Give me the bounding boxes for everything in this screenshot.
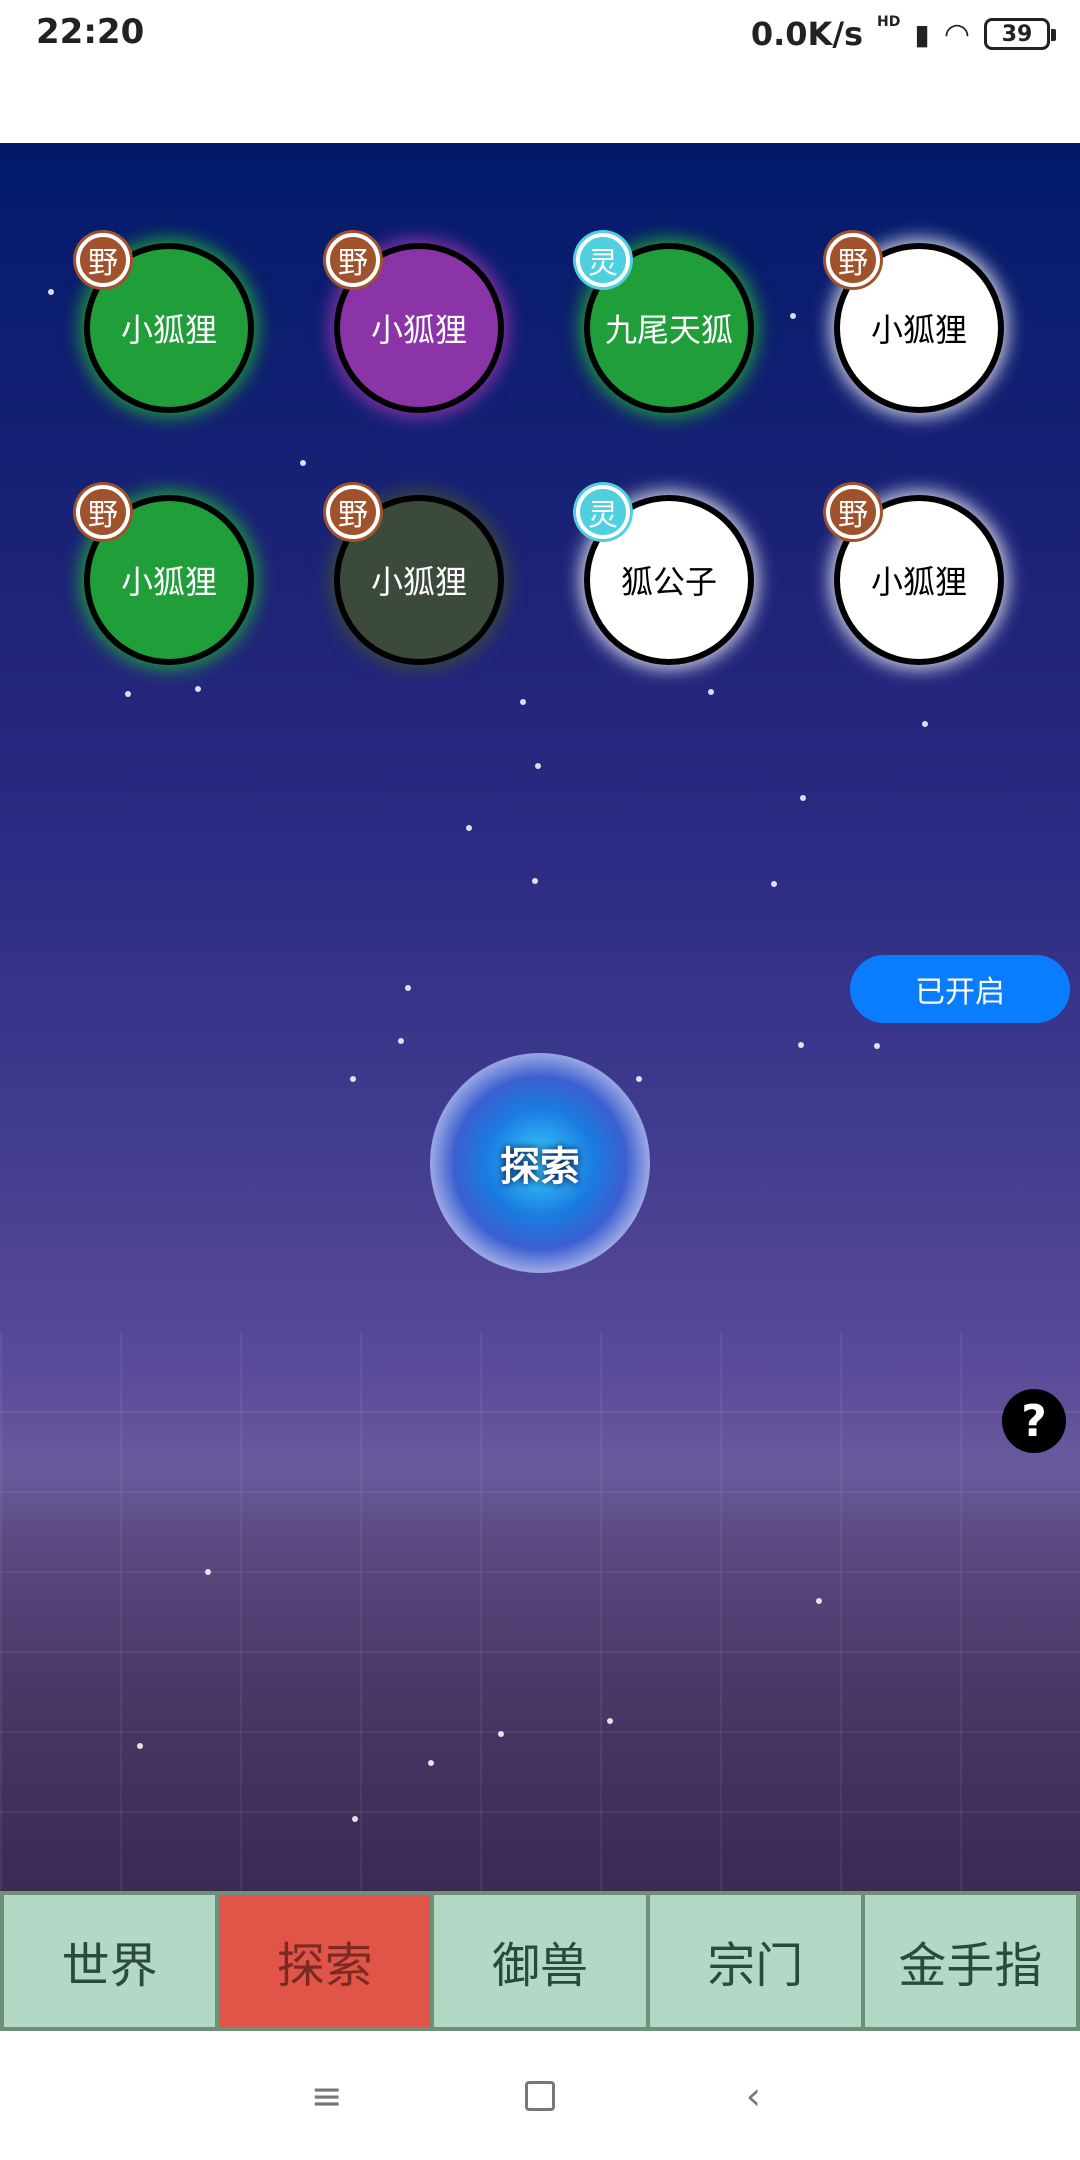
status-time: 22:20 bbox=[36, 12, 145, 52]
back-chevron-icon[interactable]: ‹ bbox=[723, 2066, 783, 2126]
star bbox=[350, 1076, 356, 1082]
home-square-icon[interactable] bbox=[510, 2066, 570, 2126]
star bbox=[708, 689, 714, 695]
explore-label: 探索 bbox=[500, 1144, 580, 1190]
wild-badge-icon: 野 bbox=[326, 233, 380, 287]
star bbox=[771, 881, 777, 887]
tab-world[interactable]: 世界 bbox=[4, 1895, 216, 2027]
star bbox=[428, 1760, 434, 1766]
star bbox=[195, 686, 201, 692]
tab-beasts[interactable]: 御兽 bbox=[434, 1895, 646, 2027]
star bbox=[532, 878, 538, 884]
creature-card[interactable]: 野 小狐狸 bbox=[326, 233, 504, 413]
star bbox=[874, 1043, 880, 1049]
wild-badge-icon: 野 bbox=[76, 233, 130, 287]
star bbox=[798, 1042, 804, 1048]
star bbox=[398, 1038, 404, 1044]
star bbox=[636, 1076, 642, 1082]
star bbox=[800, 795, 806, 801]
star bbox=[405, 985, 411, 991]
wild-badge-icon: 野 bbox=[326, 485, 380, 539]
grid-floor bbox=[0, 1333, 1080, 1891]
battery-icon: 39 bbox=[984, 18, 1056, 50]
auto-toggle-button[interactable]: 已开启 bbox=[850, 955, 1070, 1023]
spirit-badge-icon: 灵 bbox=[576, 233, 630, 287]
game-scene: 野 小狐狸 野 小狐狸 灵 九尾天狐 野 小狐狸 野 小狐狸 野 小狐狸 灵 狐… bbox=[0, 143, 1080, 1891]
creature-name: 狐公子 bbox=[620, 563, 717, 601]
creature-card[interactable]: 灵 狐公子 bbox=[576, 485, 754, 665]
creature-card[interactable]: 野 小狐狸 bbox=[826, 233, 1004, 413]
network-speed: 0.0K/s bbox=[750, 15, 864, 53]
star bbox=[535, 763, 541, 769]
system-nav-bar: ≡ ‹ bbox=[0, 2031, 1080, 2160]
help-icon[interactable]: ? bbox=[1002, 1389, 1066, 1453]
star bbox=[466, 825, 472, 831]
star bbox=[790, 313, 796, 319]
spirit-badge-icon: 灵 bbox=[576, 485, 630, 539]
wild-badge-icon: 野 bbox=[826, 233, 880, 287]
creature-name: 小狐狸 bbox=[870, 563, 967, 601]
star bbox=[137, 1743, 143, 1749]
creature-card[interactable]: 野 小狐狸 bbox=[826, 485, 1004, 665]
star bbox=[520, 699, 526, 705]
star bbox=[352, 1816, 358, 1822]
star bbox=[300, 460, 306, 466]
status-bar: 22:20 0.0K/s HD ▮ ◠ 39 bbox=[0, 0, 1080, 143]
wild-badge-icon: 野 bbox=[76, 485, 130, 539]
creature-name: 小狐狸 bbox=[870, 311, 967, 349]
tab-explore[interactable]: 探索 bbox=[219, 1895, 431, 2027]
star bbox=[922, 721, 928, 727]
menu-icon[interactable]: ≡ bbox=[297, 2066, 357, 2126]
star bbox=[498, 1731, 504, 1737]
wild-badge-icon: 野 bbox=[826, 485, 880, 539]
status-indicators: 0.0K/s HD ▮ ◠ 39 bbox=[750, 12, 1056, 56]
wifi-icon: ◠ bbox=[943, 16, 970, 52]
star bbox=[205, 1569, 211, 1575]
star bbox=[816, 1598, 822, 1604]
explore-vortex-button[interactable]: 探索 bbox=[430, 1053, 650, 1273]
star bbox=[125, 691, 131, 697]
creature-name: 小狐狸 bbox=[370, 311, 467, 349]
tab-sect[interactable]: 宗门 bbox=[649, 1895, 861, 2027]
creature-name: 九尾天狐 bbox=[604, 311, 733, 349]
star bbox=[48, 289, 54, 295]
bottom-tab-bar: 世界 探索 御兽 宗门 金手指 bbox=[0, 1891, 1080, 2031]
battery-level: 39 bbox=[1001, 21, 1033, 47]
creature-name: 小狐狸 bbox=[120, 563, 217, 601]
tab-cheat[interactable]: 金手指 bbox=[864, 1895, 1077, 2027]
network-type: HD bbox=[877, 14, 901, 30]
creature-card[interactable]: 野 小狐狸 bbox=[76, 485, 254, 665]
creature-card[interactable]: 野 小狐狸 bbox=[76, 233, 254, 413]
signal-icon: ▮ bbox=[914, 17, 930, 51]
star bbox=[607, 1718, 613, 1724]
creature-card[interactable]: 灵 九尾天狐 bbox=[576, 233, 754, 413]
creature-card[interactable]: 野 小狐狸 bbox=[326, 485, 504, 665]
creature-name: 小狐狸 bbox=[120, 311, 217, 349]
creature-name: 小狐狸 bbox=[370, 563, 467, 601]
